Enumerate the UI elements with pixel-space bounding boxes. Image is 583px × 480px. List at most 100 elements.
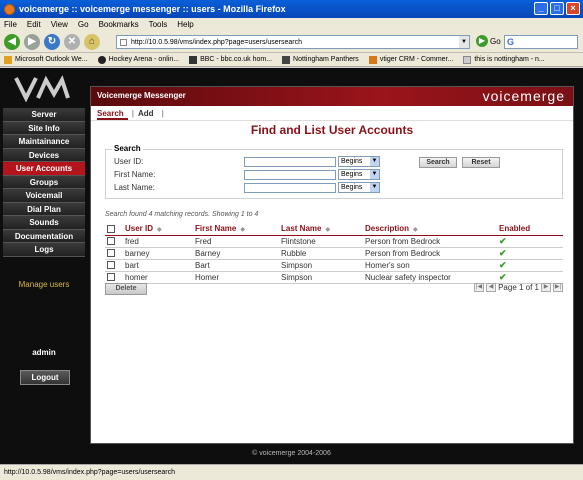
bookmark-label: BBC - bbc.co.uk hom...	[200, 56, 273, 63]
menu-tools[interactable]: Tools	[149, 20, 168, 29]
url-input[interactable]: http://10.0.5.98/vms/index.php?page=user…	[116, 35, 470, 49]
next-page-icon[interactable]: ▶	[541, 283, 551, 292]
sidebar: Server Site Info Maintainance Devices Us…	[0, 108, 88, 257]
reload-icon[interactable]: ↻	[44, 33, 60, 50]
table-header-row: User ID ◆ First Name ◆ Last Name ◆ Descript…	[105, 223, 563, 236]
sidebar-item-user-accounts[interactable]: User Accounts	[3, 162, 85, 176]
column-first-name[interactable]: First Name ◆	[193, 223, 279, 236]
results-table: User ID ◆ First Name ◆ Last Name ◆ Descript…	[105, 223, 563, 284]
sidebar-item-site-info[interactable]: Site Info	[3, 121, 85, 135]
cell-user-id[interactable]: bart	[123, 259, 193, 272]
firstname-mode-select[interactable]: Begins ▼	[338, 169, 380, 180]
vm-logo	[14, 75, 70, 102]
lastname-mode-select[interactable]: Begins ▼	[338, 182, 380, 193]
bookmark-item[interactable]: Hockey Arena - onlin...	[97, 55, 179, 64]
row-checkbox[interactable]	[107, 273, 115, 282]
reset-button[interactable]: Reset	[462, 157, 500, 168]
bookmarks-bar: Microsoft Outlook We... Hockey Arena - o…	[0, 53, 583, 67]
table-row[interactable]: homer Homer Simpson Nuclear safety inspe…	[105, 271, 563, 284]
menu-view[interactable]: View	[51, 20, 68, 29]
menu-help[interactable]: Help	[177, 20, 193, 29]
cell-description: Nuclear safety inspector	[363, 271, 497, 284]
menu-go[interactable]: Go	[78, 20, 89, 29]
tab-separator: |	[131, 109, 134, 118]
page-icon	[120, 39, 127, 46]
userid-mode-select[interactable]: Begins ▼	[338, 156, 380, 167]
tab-bar: Search | Add |	[97, 109, 164, 120]
cell-user-id[interactable]: homer	[123, 271, 193, 284]
menu-edit[interactable]: Edit	[27, 20, 41, 29]
sidebar-item-logs[interactable]: Logs	[3, 243, 85, 257]
bookmark-icon	[97, 55, 106, 64]
back-icon[interactable]: ◀	[4, 33, 20, 50]
cell-user-id[interactable]: barney	[123, 247, 193, 260]
sidebar-item-groups[interactable]: Groups	[3, 175, 85, 189]
select-all-checkbox[interactable]	[107, 225, 115, 234]
bookmark-icon	[368, 55, 377, 64]
bookmark-item[interactable]: BBC - bbc.co.uk hom...	[189, 55, 273, 64]
manage-users-link[interactable]: Manage users	[0, 280, 88, 289]
column-enabled: Enabled	[497, 223, 563, 236]
sidebar-item-devices[interactable]: Devices	[3, 148, 85, 162]
bookmark-item[interactable]: Nottingham Panthers	[282, 55, 359, 64]
bookmark-label: Nottingham Panthers	[293, 56, 359, 63]
row-checkbox[interactable]	[107, 261, 115, 270]
sidebar-item-sounds[interactable]: Sounds	[3, 216, 85, 230]
sort-icon: ◆	[157, 227, 162, 234]
cell-last-name: Simpson	[279, 259, 363, 272]
first-page-icon[interactable]: |◀	[474, 283, 485, 292]
row-checkbox[interactable]	[107, 249, 115, 258]
maximize-button[interactable]: □	[550, 2, 564, 15]
sidebar-item-dial-plan[interactable]: Dial Plan	[3, 202, 85, 216]
menu-bar: File Edit View Go Bookmarks Tools Help	[0, 18, 583, 31]
enabled-check-icon: ✔	[499, 271, 507, 282]
cell-user-id[interactable]: fred	[123, 235, 193, 248]
lastname-mode-value: Begins	[341, 184, 363, 191]
logout-button[interactable]: Logout	[20, 370, 70, 385]
cell-first-name: Fred	[193, 235, 279, 248]
go-button[interactable]: ▶ Go	[476, 35, 501, 47]
cell-description: Homer's son	[363, 259, 497, 272]
page-content: Server Site Info Maintainance Devices Us…	[0, 68, 583, 464]
table-row[interactable]: fred Fred Flintstone Person from Bedrock…	[105, 235, 563, 248]
close-button[interactable]: ×	[566, 2, 580, 15]
sidebar-item-documentation[interactable]: Documentation	[3, 229, 85, 243]
search-button[interactable]: Search	[419, 157, 457, 168]
bookmark-icon	[282, 55, 291, 64]
userid-mode-value: Begins	[341, 158, 363, 165]
forward-icon[interactable]: ▶	[24, 33, 40, 50]
last-page-icon[interactable]: ▶|	[553, 283, 563, 292]
userid-label: User ID:	[114, 157, 144, 166]
menu-bookmarks[interactable]: Bookmarks	[99, 20, 139, 29]
window-titlebar: voicemerge :: voicemerge messenger :: us…	[0, 0, 583, 18]
menu-file[interactable]: File	[4, 20, 17, 29]
bookmark-item[interactable]: Microsoft Outlook We...	[4, 55, 88, 64]
table-row[interactable]: bart Bart Simpson Homer's son ✔	[105, 259, 563, 272]
sidebar-item-server[interactable]: Server	[3, 108, 85, 122]
delete-button[interactable]: Delete	[105, 283, 147, 295]
column-user-id[interactable]: User ID ◆	[123, 223, 193, 236]
home-icon[interactable]: ⌂	[84, 33, 100, 50]
enabled-check-icon: ✔	[499, 247, 507, 258]
minimize-button[interactable]: _	[534, 2, 548, 15]
window-title: voicemerge :: voicemerge messenger :: us…	[19, 4, 286, 14]
search-input[interactable]: G	[504, 35, 578, 49]
table-row[interactable]: barney Barney Rubble Person from Bedrock…	[105, 247, 563, 260]
tab-search[interactable]: Search	[97, 109, 128, 120]
bookmark-label: this is nottingham - n...	[474, 56, 545, 63]
lastname-input[interactable]	[244, 182, 336, 193]
sidebar-item-voicemail[interactable]: Voicemail	[3, 189, 85, 203]
sidebar-item-maintainance[interactable]: Maintainance	[3, 135, 85, 149]
bookmark-item[interactable]: vtiger CRM - Commer...	[368, 55, 453, 64]
prev-page-icon[interactable]: ◀	[486, 283, 497, 292]
tab-add[interactable]: Add	[138, 109, 158, 120]
stop-icon[interactable]: ✕	[64, 33, 80, 50]
userid-input[interactable]	[244, 156, 336, 167]
row-checkbox[interactable]	[107, 237, 115, 246]
column-last-name[interactable]: Last Name ◆	[279, 223, 363, 236]
column-description[interactable]: Description ◆	[363, 223, 497, 236]
url-dropdown-icon[interactable]: ▼	[459, 36, 469, 48]
bookmark-item[interactable]: this is nottingham - n...	[463, 55, 545, 64]
firstname-input[interactable]	[244, 169, 336, 180]
url-text: http://10.0.5.98/vms/index.php?page=user…	[131, 38, 303, 46]
